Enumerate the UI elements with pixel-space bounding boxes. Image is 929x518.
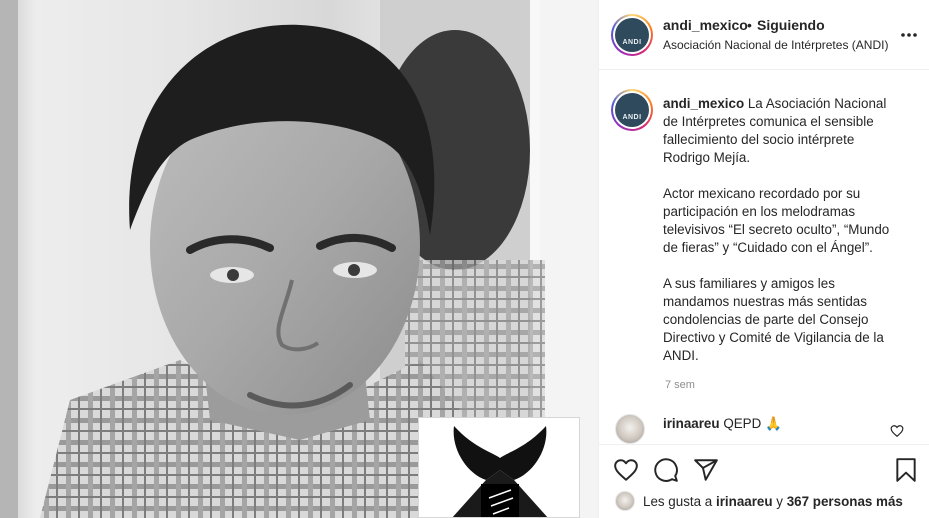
andi-logo: ANDI bbox=[615, 18, 649, 52]
black-ribbon-icon bbox=[452, 426, 548, 517]
likes-user[interactable]: irinaareu bbox=[716, 494, 773, 509]
caption-paragraph-2: Actor mexicano recordado por su particip… bbox=[663, 186, 890, 255]
heart-icon[interactable] bbox=[613, 457, 639, 483]
post-timestamp[interactable]: 7 sem bbox=[665, 379, 695, 391]
comment-avatar[interactable] bbox=[615, 414, 645, 444]
post-header: ANDI andi_mexico • Siguiendo Asociación … bbox=[599, 0, 929, 70]
mourning-ribbon-badge bbox=[418, 417, 580, 518]
account-avatar[interactable]: ANDI bbox=[611, 14, 653, 56]
action-bar: Les gusta a irinaareu y 367 personas más bbox=[599, 444, 929, 518]
andi-logo-small: ANDI bbox=[615, 93, 649, 127]
comment-text: QEPD 🙏 bbox=[723, 416, 782, 431]
comment-icon[interactable] bbox=[653, 457, 679, 483]
comment-item: irinaareu QEPD 🙏 bbox=[663, 416, 782, 432]
likes-prefix: Les gusta a bbox=[643, 494, 713, 509]
bookmark-icon[interactable] bbox=[893, 457, 919, 483]
following-button[interactable]: Siguiendo bbox=[757, 17, 825, 33]
separator-dot: • bbox=[747, 17, 752, 33]
more-options-icon[interactable] bbox=[899, 26, 919, 44]
liker-avatar[interactable] bbox=[615, 491, 635, 511]
caption-avatar[interactable]: ANDI bbox=[611, 89, 653, 131]
post-photo bbox=[0, 0, 598, 518]
likes-conj: y bbox=[776, 494, 783, 509]
share-icon[interactable] bbox=[693, 457, 719, 483]
caption-text: andi_mexico La Asociación Nacional de In… bbox=[663, 95, 903, 365]
likes-others[interactable]: 367 personas más bbox=[787, 494, 903, 509]
post-details-panel: ANDI andi_mexico • Siguiendo Asociación … bbox=[598, 0, 929, 518]
post-location[interactable]: Asociación Nacional de Intérpretes (ANDI… bbox=[663, 38, 888, 52]
caption-paragraph-3: A sus familiares y amigos les mandamos n… bbox=[663, 276, 884, 363]
account-username[interactable]: andi_mexico bbox=[663, 17, 748, 33]
caption-username[interactable]: andi_mexico bbox=[663, 96, 744, 111]
likes-summary: Les gusta a irinaareu y 367 personas más bbox=[643, 494, 903, 509]
small-heart-icon[interactable] bbox=[890, 424, 904, 438]
caption-section: ANDI andi_mexico La Asociación Nacional … bbox=[599, 71, 929, 444]
comment-username[interactable]: irinaareu bbox=[663, 416, 720, 431]
